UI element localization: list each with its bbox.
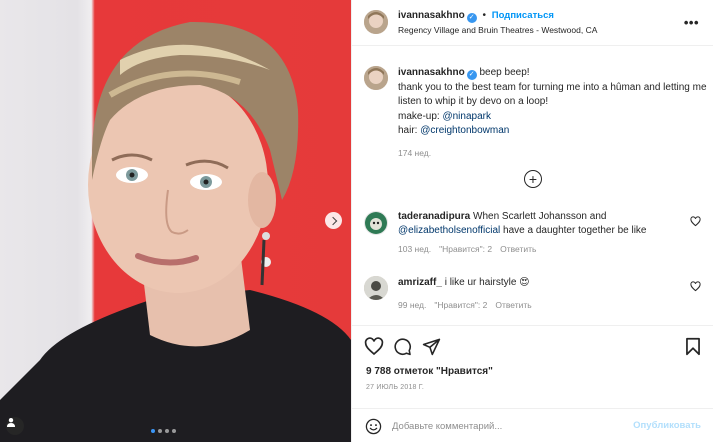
commenter-avatar[interactable]	[364, 276, 388, 300]
caption-makeup-label: make-up:	[398, 110, 440, 122]
comment-text: When Scarlett Johansson and	[473, 211, 607, 222]
avatar-image	[365, 212, 387, 234]
verified-badge-icon: ✓	[466, 70, 477, 80]
like-heart-icon[interactable]	[364, 337, 384, 356]
post-action-bar	[352, 325, 713, 365]
comment-item: amrizaff_ i like ur hairstyle 😍 99 нед. …	[398, 276, 698, 312]
caption-timestamp[interactable]: 174 нед.	[398, 146, 708, 161]
next-photo-button[interactable]	[325, 212, 342, 229]
location-link[interactable]: Regency Village and Bruin Theatres - Wes…	[398, 25, 597, 35]
avatar-image	[364, 276, 388, 300]
commenter-avatar[interactable]	[364, 211, 388, 235]
post-photo[interactable]	[0, 0, 351, 442]
post-date[interactable]: 27 ИЮЛЬ 2018 Г.	[366, 384, 424, 391]
separator-dot: •	[482, 10, 486, 21]
more-options-icon[interactable]: •••	[684, 15, 699, 30]
share-paper-plane-icon[interactable]	[422, 337, 441, 356]
comment-item: taderanadipura When Scarlett Johansson a…	[398, 210, 698, 256]
comment-timestamp[interactable]: 103 нед.	[398, 242, 431, 256]
comment-username[interactable]: amrizaff_	[398, 277, 442, 288]
mention-link[interactable]: @elizabetholsenofficial	[398, 225, 500, 236]
avatar-image	[364, 10, 388, 34]
tagged-user-button[interactable]	[6, 417, 24, 435]
post-caption: ivannasakhno ✓ beep beep! thank you to th…	[398, 66, 708, 160]
author-username[interactable]: ivannasakhno	[398, 10, 465, 21]
header-line: ivannasakhno ✓ • Подписаться	[398, 10, 554, 23]
mention-link[interactable]: @ninapark	[442, 111, 491, 122]
reply-button[interactable]: Ответить	[495, 298, 531, 312]
author-avatar[interactable]	[364, 10, 388, 34]
caption-username[interactable]: ivannasakhno	[398, 67, 465, 78]
carousel-dot	[158, 429, 162, 433]
follow-button[interactable]: Подписаться	[492, 10, 554, 21]
comment-likes-count[interactable]: "Нравится": 2	[434, 298, 487, 312]
publish-comment-button[interactable]: Опубликовать	[633, 420, 701, 431]
load-more-comments-button[interactable]: +	[524, 170, 542, 188]
plus-circle-icon: +	[528, 171, 538, 187]
portrait-illustration	[0, 21, 351, 442]
caption-hair-label: hair:	[398, 125, 418, 136]
add-comment-bar: Опубликовать	[352, 408, 713, 442]
heart-eyes-emoji: 😍	[519, 277, 530, 288]
caption-line: thank you to the best team for turning m…	[398, 81, 707, 108]
avatar-image	[364, 66, 388, 90]
emoji-smile-icon[interactable]	[365, 418, 382, 435]
comment-meta: 99 нед. "Нравится": 2 Ответить	[398, 298, 698, 312]
caption-line: beep beep!	[479, 67, 530, 78]
comment-text: have a daughter together be like	[503, 225, 647, 236]
verified-badge-icon: ✓	[466, 13, 477, 23]
reply-button[interactable]: Ответить	[500, 242, 536, 256]
comment-likes-count[interactable]: "Нравится": 2	[439, 242, 492, 256]
post-sidebar: ivannasakhno ✓ • Подписаться Regency Vill…	[352, 0, 713, 442]
carousel-indicator	[151, 429, 176, 433]
comment-text: i like ur hairstyle	[444, 277, 517, 288]
user-icon	[7, 418, 15, 427]
comment-timestamp[interactable]: 99 нед.	[398, 298, 426, 312]
comment-bubble-icon[interactable]	[393, 337, 412, 356]
like-comment-heart-icon[interactable]	[690, 281, 701, 292]
carousel-dot	[172, 429, 176, 433]
post-header: ivannasakhno ✓ • Подписаться Regency Vill…	[352, 0, 713, 46]
post-modal: ivannasakhno ✓ • Подписаться Regency Vill…	[0, 0, 713, 442]
carousel-dot	[165, 429, 169, 433]
like-comment-heart-icon[interactable]	[690, 216, 701, 227]
comment-username[interactable]: taderanadipura	[398, 211, 470, 222]
save-bookmark-icon[interactable]	[685, 337, 701, 356]
comment-input[interactable]	[392, 417, 622, 435]
carousel-dot	[151, 429, 155, 433]
mention-link[interactable]: @creightonbowman	[420, 125, 509, 136]
likes-count[interactable]: 9 788 отметок "Нравится"	[366, 366, 493, 377]
comment-meta: 103 нед. "Нравится": 2 Ответить	[398, 242, 698, 256]
caption-avatar[interactable]	[364, 66, 388, 90]
